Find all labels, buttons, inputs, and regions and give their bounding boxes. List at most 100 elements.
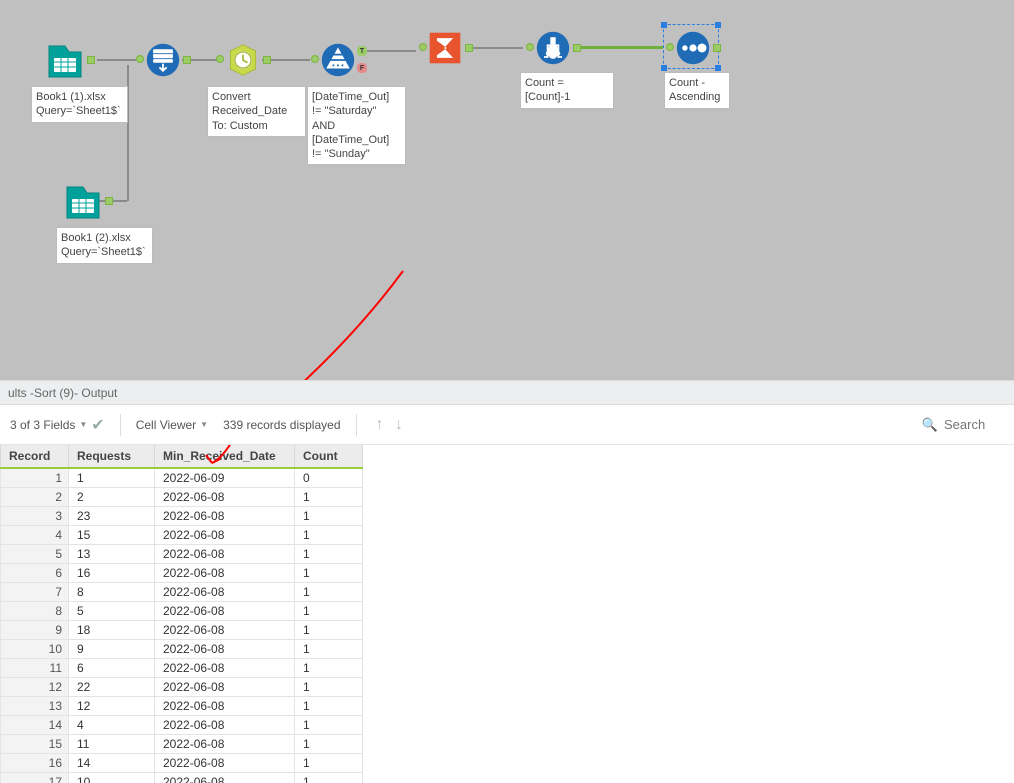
cell-count[interactable]: 1 <box>295 621 363 640</box>
cell-requests[interactable]: 2 <box>69 488 155 507</box>
cell-date[interactable]: 2022-06-08 <box>155 621 295 640</box>
table-row[interactable]: 16142022-06-081 <box>1 754 363 773</box>
cell-date[interactable]: 2022-06-08 <box>155 507 295 526</box>
cell-date[interactable]: 2022-06-08 <box>155 678 295 697</box>
search-box[interactable]: 🔍 <box>922 417 1004 433</box>
cell-date[interactable]: 2022-06-08 <box>155 735 295 754</box>
col-header-date[interactable]: Min_Received_Date <box>155 445 295 468</box>
true-anchor[interactable]: T <box>357 46 367 56</box>
col-header-count[interactable]: Count <box>295 445 363 468</box>
input-data-tool-1[interactable] <box>42 42 87 82</box>
table-row[interactable]: 1442022-06-081 <box>1 716 363 735</box>
output-anchor[interactable] <box>713 44 721 52</box>
col-header-requests[interactable]: Requests <box>69 445 155 468</box>
cell-date[interactable]: 2022-06-08 <box>155 773 295 783</box>
table-row[interactable]: 112022-06-090 <box>1 468 363 488</box>
cell-requests[interactable]: 6 <box>69 659 155 678</box>
output-anchor[interactable] <box>87 56 95 64</box>
cell-count[interactable]: 1 <box>295 526 363 545</box>
cell-date[interactable]: 2022-06-08 <box>155 640 295 659</box>
cell-viewer-dropdown[interactable]: Cell Viewer ▼ <box>136 418 208 432</box>
table-row[interactable]: 17102022-06-081 <box>1 773 363 783</box>
table-row[interactable]: 4152022-06-081 <box>1 526 363 545</box>
false-anchor[interactable]: F <box>357 63 367 73</box>
output-anchor[interactable] <box>465 44 473 52</box>
cell-count[interactable]: 1 <box>295 640 363 659</box>
cell-count[interactable]: 0 <box>295 468 363 488</box>
cell-count[interactable]: 1 <box>295 716 363 735</box>
cell-count[interactable]: 1 <box>295 678 363 697</box>
cell-requests[interactable]: 18 <box>69 621 155 640</box>
table-row[interactable]: 852022-06-081 <box>1 602 363 621</box>
results-grid[interactable]: Record Requests Min_Received_Date Count … <box>0 445 1014 783</box>
datetime-tool[interactable] <box>220 40 265 80</box>
table-row[interactable]: 1092022-06-081 <box>1 640 363 659</box>
cell-requests[interactable]: 11 <box>69 735 155 754</box>
cell-requests[interactable]: 9 <box>69 640 155 659</box>
cell-date[interactable]: 2022-06-08 <box>155 602 295 621</box>
cell-date[interactable]: 2022-06-08 <box>155 754 295 773</box>
cell-count[interactable]: 1 <box>295 488 363 507</box>
cell-count[interactable]: 1 <box>295 602 363 621</box>
cell-date[interactable]: 2022-06-08 <box>155 488 295 507</box>
cell-date[interactable]: 2022-06-08 <box>155 545 295 564</box>
cell-date[interactable]: 2022-06-09 <box>155 468 295 488</box>
table-row[interactable]: 15112022-06-081 <box>1 735 363 754</box>
union-tool[interactable] <box>140 40 185 80</box>
cell-requests[interactable]: 22 <box>69 678 155 697</box>
cell-date[interactable]: 2022-06-08 <box>155 564 295 583</box>
cell-date[interactable]: 2022-06-08 <box>155 526 295 545</box>
output-anchor[interactable] <box>263 56 271 64</box>
cell-requests[interactable]: 1 <box>69 468 155 488</box>
table-row[interactable]: 12222022-06-081 <box>1 678 363 697</box>
output-anchor[interactable] <box>183 56 191 64</box>
cell-count[interactable]: 1 <box>295 735 363 754</box>
cell-count[interactable]: 1 <box>295 697 363 716</box>
workflow-canvas[interactable]: Book1 (1).xlsx Query=`Sheet1$` Book1 (2)… <box>0 0 1014 380</box>
cell-requests[interactable]: 23 <box>69 507 155 526</box>
datetime-icon <box>223 42 263 78</box>
formula-tool[interactable] <box>530 28 575 68</box>
sort-tool[interactable] <box>670 28 715 68</box>
cell-count[interactable]: 1 <box>295 545 363 564</box>
input-data-tool-2[interactable] <box>60 183 105 223</box>
cell-count[interactable]: 1 <box>295 564 363 583</box>
results-tool-name: Sort (9) <box>34 386 74 400</box>
col-header-record[interactable]: Record <box>1 445 69 468</box>
row-number: 8 <box>1 602 69 621</box>
cell-count[interactable]: 1 <box>295 773 363 783</box>
cell-requests[interactable]: 10 <box>69 773 155 783</box>
cell-requests[interactable]: 12 <box>69 697 155 716</box>
cell-count[interactable]: 1 <box>295 659 363 678</box>
table-row[interactable]: 222022-06-081 <box>1 488 363 507</box>
output-anchor[interactable] <box>105 197 113 205</box>
table-row[interactable]: 5132022-06-081 <box>1 545 363 564</box>
cell-requests[interactable]: 13 <box>69 545 155 564</box>
arrow-down-icon[interactable]: ↓ <box>395 416 403 433</box>
arrow-up-icon[interactable]: ↑ <box>376 416 384 433</box>
cell-requests[interactable]: 4 <box>69 716 155 735</box>
cell-date[interactable]: 2022-06-08 <box>155 583 295 602</box>
search-input[interactable] <box>944 417 1004 432</box>
cell-requests[interactable]: 16 <box>69 564 155 583</box>
table-row[interactable]: 6162022-06-081 <box>1 564 363 583</box>
output-anchor[interactable] <box>573 44 581 52</box>
cell-requests[interactable]: 8 <box>69 583 155 602</box>
cell-date[interactable]: 2022-06-08 <box>155 659 295 678</box>
table-row[interactable]: 782022-06-081 <box>1 583 363 602</box>
summarize-tool[interactable] <box>422 28 467 68</box>
cell-requests[interactable]: 14 <box>69 754 155 773</box>
filter-tool[interactable] <box>315 40 360 80</box>
cell-date[interactable]: 2022-06-08 <box>155 716 295 735</box>
cell-requests[interactable]: 15 <box>69 526 155 545</box>
table-row[interactable]: 1162022-06-081 <box>1 659 363 678</box>
cell-requests[interactable]: 5 <box>69 602 155 621</box>
cell-count[interactable]: 1 <box>295 583 363 602</box>
table-row[interactable]: 13122022-06-081 <box>1 697 363 716</box>
cell-count[interactable]: 1 <box>295 507 363 526</box>
cell-date[interactable]: 2022-06-08 <box>155 697 295 716</box>
fields-dropdown[interactable]: 3 of 3 Fields ▼ ✔ <box>10 415 105 435</box>
table-row[interactable]: 3232022-06-081 <box>1 507 363 526</box>
cell-count[interactable]: 1 <box>295 754 363 773</box>
table-row[interactable]: 9182022-06-081 <box>1 621 363 640</box>
